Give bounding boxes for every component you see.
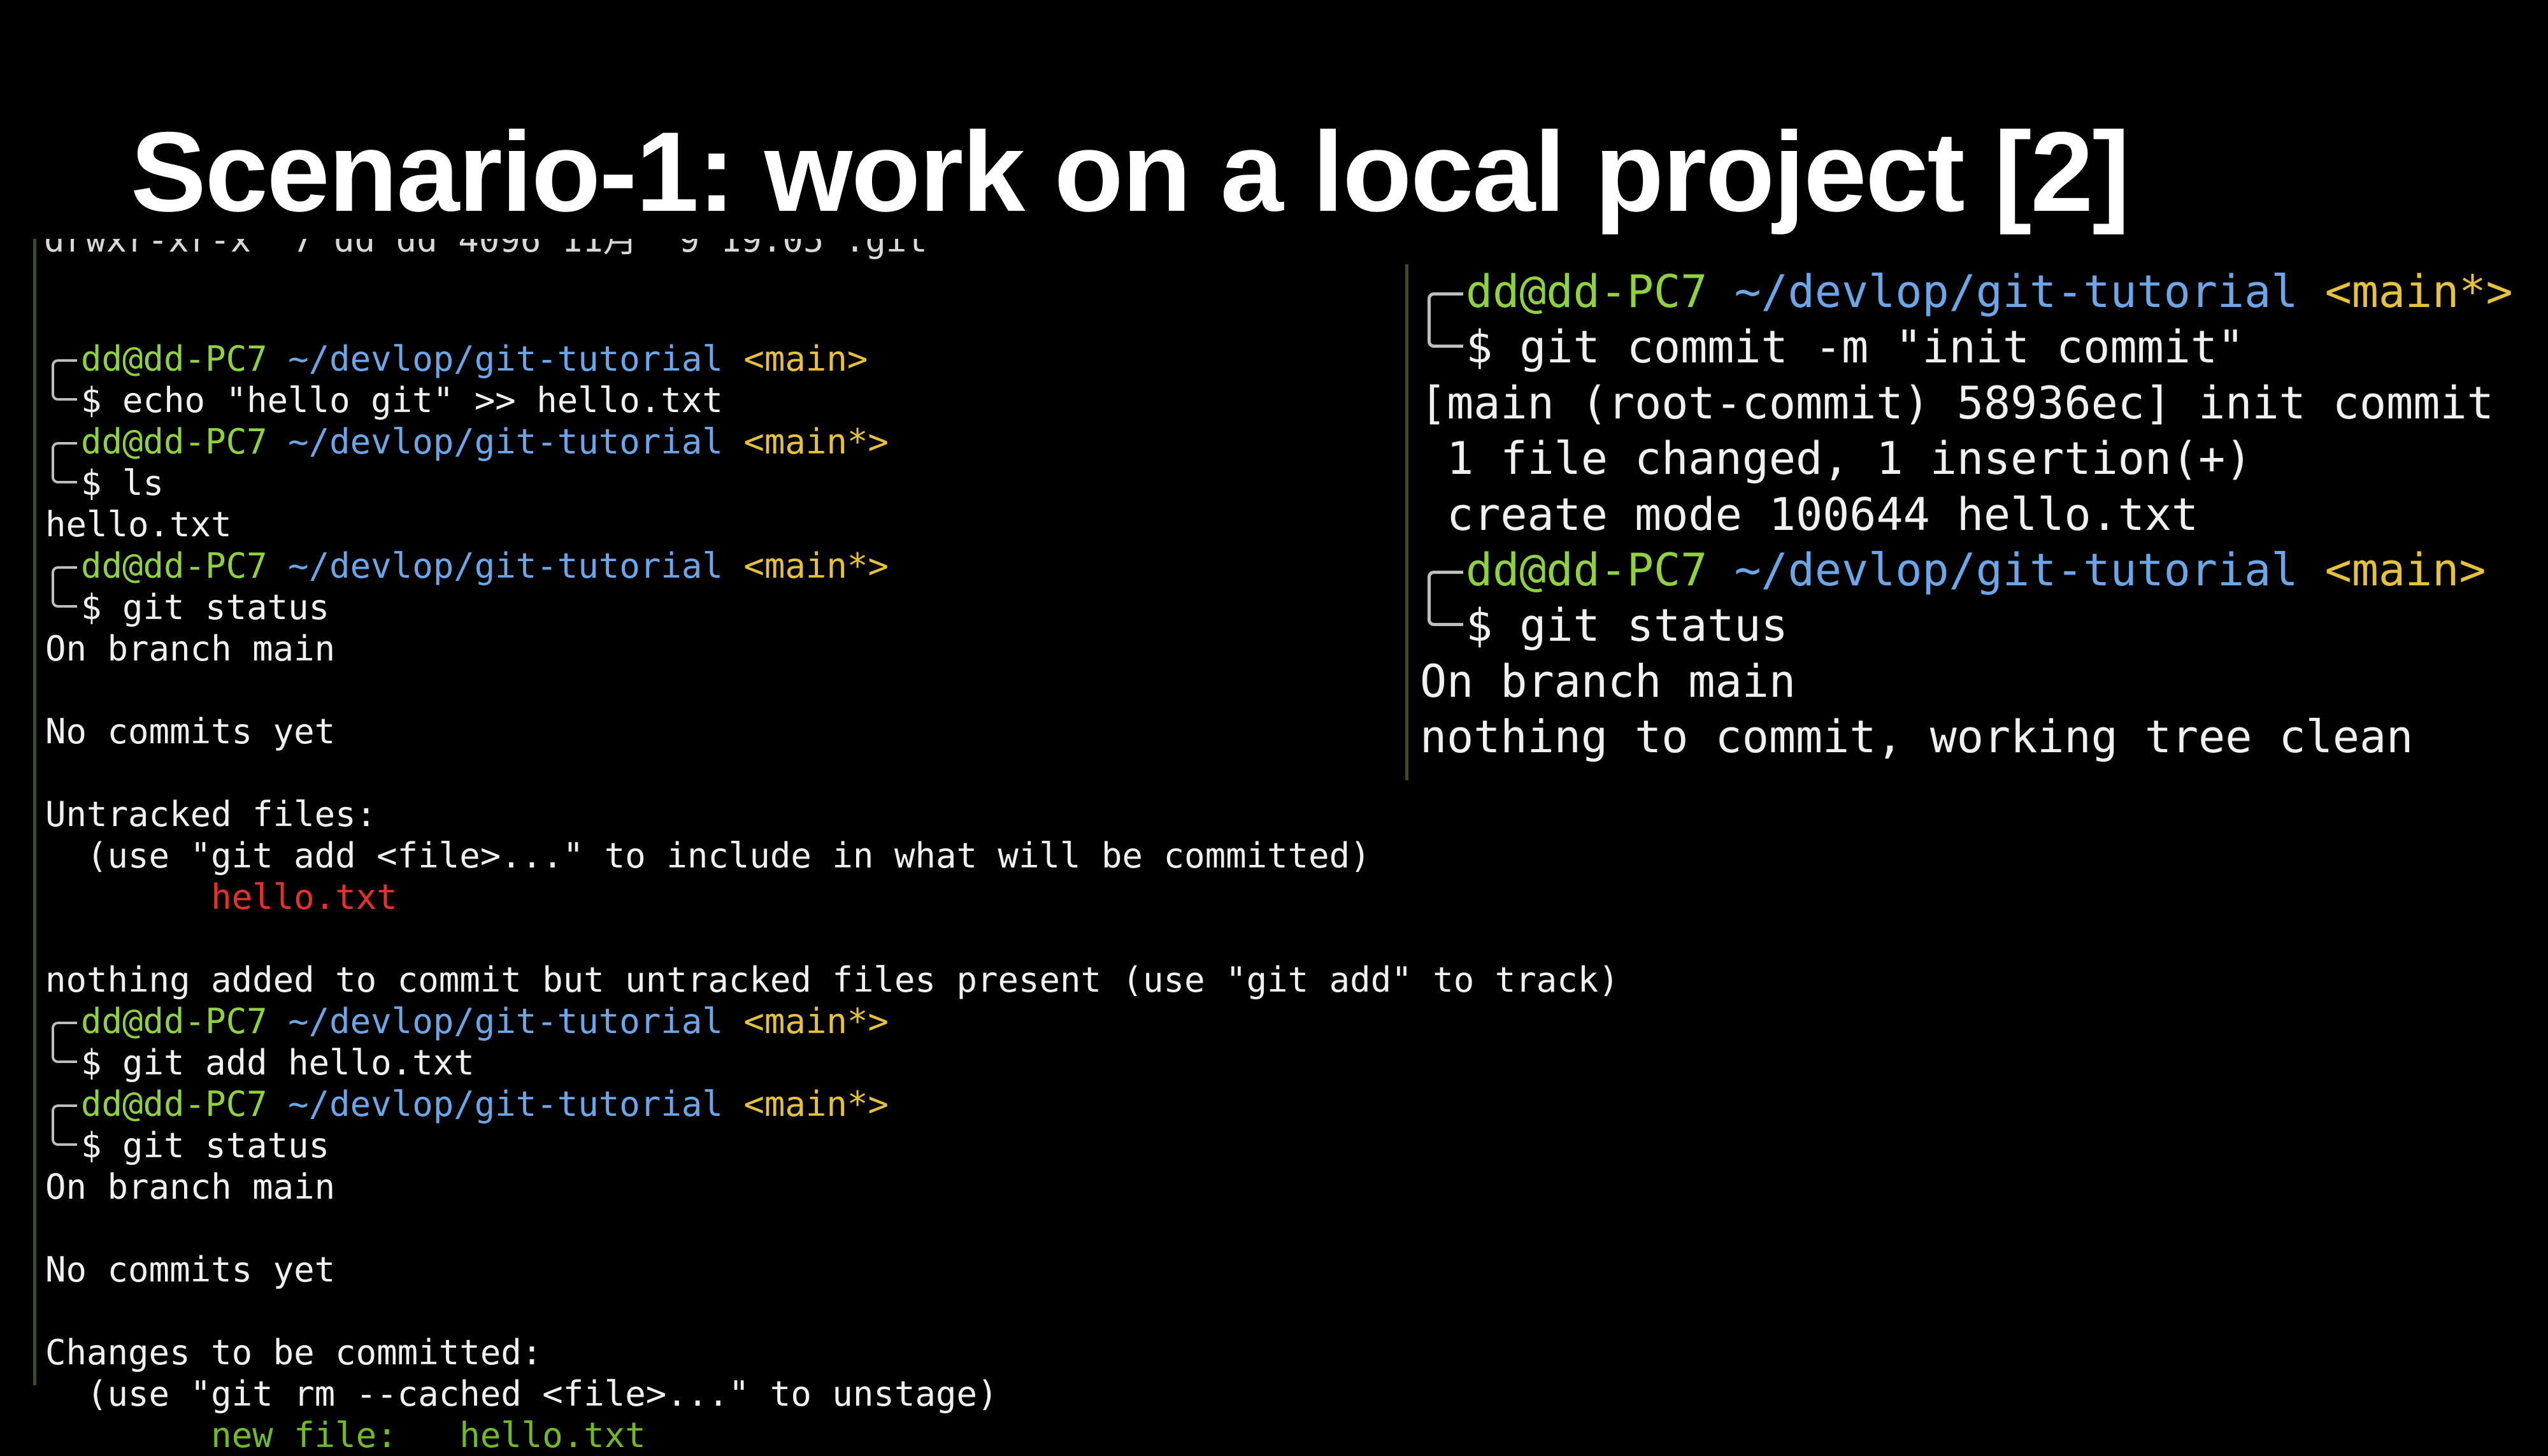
output-line: No commits yet [45, 711, 336, 752]
prompt-line: dd@dd-PC7 ~/devlop/git-tutorial <main*> [36, 421, 1399, 462]
command-text: $ git status [81, 587, 330, 627]
prompt-user: dd@dd-PC7 [81, 1084, 268, 1124]
prompt-bracket-top [52, 1021, 77, 1042]
prompt-bracket-bottom [52, 380, 77, 401]
prompt-path: ~/devlop/git-tutorial [288, 546, 723, 586]
prompt-bracket-top [1428, 570, 1463, 599]
output-line: On branch main [45, 629, 336, 669]
prompt-bracket-top [1428, 292, 1463, 320]
command-line: $ git status [36, 587, 1399, 628]
output-line: On branch main [1420, 655, 1796, 708]
output-line: nothing added to commit but untracked fi… [45, 960, 1619, 1000]
command-line: $ git status [36, 1125, 1399, 1166]
output-line: 1 file changed, 1 insertion(+) [1420, 432, 2252, 485]
prompt-branch: <main*> [743, 422, 889, 462]
prompt-path: ~/devlop/git-tutorial [288, 1084, 723, 1124]
prompt-line: dd@dd-PC7 ~/devlop/git-tutorial <main*> [36, 545, 1399, 587]
prompt-branch: <main*> [2324, 266, 2513, 318]
slide-title: Scenario-1: work on a local project [2] [131, 108, 2130, 235]
prompt-line: dd@dd-PC7 ~/devlop/git-tutorial <main*> [1408, 264, 2513, 320]
prompt-user: dd@dd-PC7 [1466, 543, 1708, 596]
command-text: $ echo "hello git" >> hello.txt [81, 380, 723, 420]
prompt-bracket-bottom [52, 1125, 77, 1146]
prompt-branch: <main*> [743, 1084, 889, 1124]
command-line: $ git status [1408, 598, 2377, 653]
output-line: hello.txt [45, 877, 397, 917]
prompt-bracket-bottom [52, 587, 77, 608]
prompt-line: dd@dd-PC7 ~/devlop/git-tutorial <main> [36, 338, 1399, 380]
right-terminal-output: dd@dd-PC7 ~/devlop/git-tutorial <main*> $… [1405, 264, 2513, 780]
output-line: new file: hello.txt [45, 1415, 646, 1455]
prompt-bracket-bottom [1428, 320, 1463, 348]
prompt-bracket-top [52, 1104, 77, 1125]
command-line: $ echo "hello git" >> hello.txt [36, 380, 1399, 421]
left-terminal-output: drwxr-xr-x 7 dd dd 4096 11月 9 19:05 .git… [33, 239, 1619, 1455]
prompt-user: dd@dd-PC7 [81, 1001, 268, 1041]
command-text: $ git status [1466, 599, 1788, 652]
prompt-path: ~/devlop/git-tutorial [288, 339, 723, 379]
output-line: [main (root-commit) 58936ec] init commit [1420, 376, 2494, 429]
prompt-branch: <main> [2324, 543, 2486, 596]
prompt-line: dd@dd-PC7 ~/devlop/git-tutorial <main*> [36, 1083, 1399, 1125]
command-line: $ git commit -m "init commit" [1408, 320, 2377, 375]
prompt-path: ~/devlop/git-tutorial [1734, 543, 2298, 596]
prompt-branch: <main> [743, 339, 868, 379]
output-line: hello.txt [45, 504, 232, 545]
output-line: (use "git rm --cached <file>..." to unst… [45, 1374, 998, 1414]
command-line: $ git add hello.txt [36, 1042, 1399, 1083]
prompt-branch: <main*> [743, 1001, 889, 1041]
output-line: create mode 100644 hello.txt [1420, 488, 2199, 541]
prompt-bracket-bottom [52, 462, 77, 483]
prompt-path: ~/devlop/git-tutorial [288, 422, 723, 462]
command-text: $ git add hello.txt [81, 1043, 475, 1083]
output-line: On branch main [45, 1167, 336, 1207]
output-line: No commits yet [45, 1250, 336, 1290]
prompt-path: ~/devlop/git-tutorial [288, 1001, 723, 1041]
prompt-user: dd@dd-PC7 [81, 422, 268, 462]
prompt-path: ~/devlop/git-tutorial [1734, 266, 2298, 318]
prompt-line: dd@dd-PC7 ~/devlop/git-tutorial <main*> [36, 1001, 1399, 1042]
output-line: nothing to commit, working tree clean [1420, 711, 2414, 764]
output-line: (use "git add <file>..." to include in w… [45, 836, 1371, 876]
prompt-bracket-top [52, 441, 77, 462]
prompt-bracket-bottom [1428, 598, 1463, 627]
prompt-branch: <main*> [743, 546, 889, 586]
command-line: $ ls [36, 462, 1399, 504]
command-text: $ ls [81, 463, 164, 503]
prompt-user: dd@dd-PC7 [81, 546, 268, 586]
prompt-user: dd@dd-PC7 [1466, 266, 1708, 318]
prompt-bracket-top [52, 566, 77, 587]
prompt-bracket-top [52, 359, 77, 380]
command-text: $ git commit -m "init commit" [1466, 321, 2245, 374]
output-line: Untracked files: [45, 794, 377, 834]
prompt-bracket-bottom [52, 1042, 77, 1063]
prompt-line: dd@dd-PC7 ~/devlop/git-tutorial <main> [1408, 543, 2486, 599]
command-text: $ git status [81, 1125, 330, 1166]
prompt-user: dd@dd-PC7 [81, 339, 268, 379]
output-line: Changes to be committed: [45, 1332, 543, 1373]
